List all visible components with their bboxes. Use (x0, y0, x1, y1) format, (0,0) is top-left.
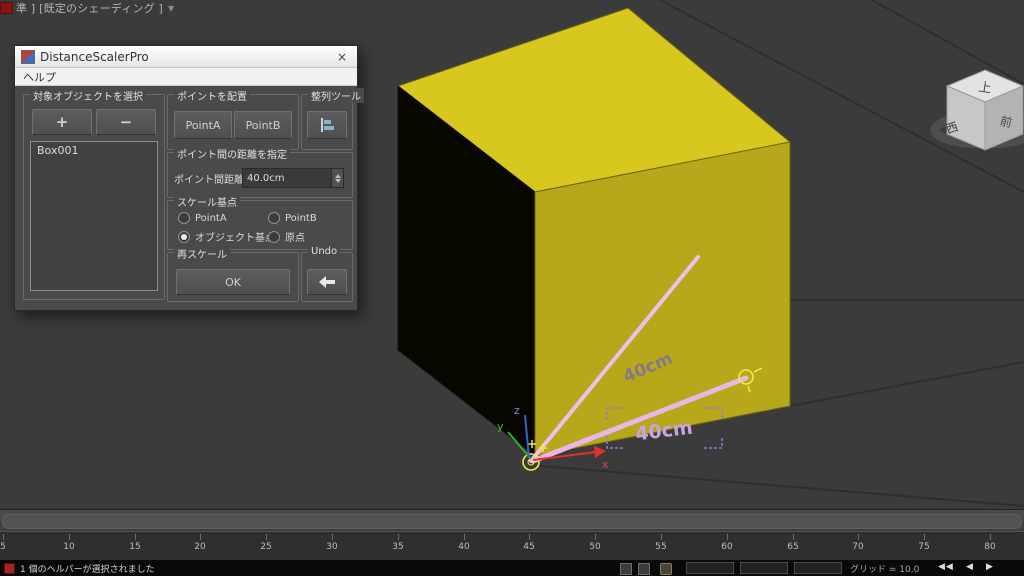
ruler-tick: 15 (120, 534, 150, 552)
dialog-app-icon (21, 49, 35, 64)
dialog-menubar: ヘルプ (15, 68, 357, 86)
viewport-menu-icon-partial[interactable] (0, 2, 13, 14)
group-caption: ポイントを配置 (174, 88, 250, 103)
ruler-tick: 10 (54, 534, 84, 552)
viewport-shading-label[interactable]: 準 ] [既定のシェーディング ] (16, 0, 163, 16)
dialog-titlebar[interactable]: DistanceScalerPro × (15, 46, 357, 68)
status-icon (4, 563, 15, 574)
remove-object-button[interactable]: − (96, 109, 156, 135)
distance-scaler-dialog: DistanceScalerPro × ヘルプ 対象オブジェクトを選択 + − … (14, 45, 364, 311)
viewport-header: 準 ] [既定のシェーディング ] ▼ (0, 0, 174, 16)
undo-arrow-icon (319, 276, 335, 288)
close-icon[interactable]: × (333, 50, 351, 64)
statusbar-icon[interactable] (620, 563, 632, 575)
distance-field[interactable]: 40.0cm (242, 168, 344, 188)
coord-z-field[interactable] (794, 562, 842, 574)
chevron-down-icon[interactable]: ▼ (168, 4, 174, 13)
group-place-points: ポイントを配置 PointA PointB (167, 88, 299, 150)
timeline-ruler[interactable]: 5 10 15 20 25 30 35 40 45 50 55 60 65 70… (0, 531, 1024, 560)
group-undo: Undo (301, 246, 353, 302)
ruler-tick: 50 (580, 534, 610, 552)
radio-point-a[interactable]: PointA (178, 212, 227, 224)
radio-label: オブジェクト基点 (195, 233, 275, 244)
radio-label: 原点 (285, 233, 305, 244)
axis-z-label: z (514, 404, 520, 417)
radio-object-base[interactable]: オブジェクト基点 (178, 229, 275, 244)
axis-y-label: y (497, 420, 504, 433)
time-slider-track[interactable] (0, 509, 1024, 531)
align-icon (321, 118, 334, 132)
group-caption: 整列ツール (308, 88, 364, 103)
dialog-body: 対象オブジェクトを選択 + − Box001 ポイントを配置 PointA Po… (15, 86, 364, 310)
menu-help[interactable]: ヘルプ (23, 69, 56, 85)
dialog-title: DistanceScalerPro (40, 49, 149, 64)
radio-dot[interactable] (268, 212, 280, 224)
group-caption: Undo (308, 246, 341, 257)
group-caption: スケール基点 (174, 194, 240, 209)
point-a-button[interactable]: PointA (174, 111, 232, 139)
ruler-tick: 45 (514, 534, 544, 552)
ruler-tick: 60 (712, 534, 742, 552)
group-align-tool: 整列ツール (301, 88, 364, 150)
radio-label: PointB (285, 212, 317, 224)
group-rescale: 再スケール OK (167, 246, 299, 302)
radio-label: PointA (195, 212, 227, 224)
list-item[interactable]: Box001 (31, 142, 157, 159)
group-caption: 再スケール (174, 246, 230, 261)
time-slider[interactable] (2, 514, 1022, 529)
spinner-arrows[interactable] (331, 169, 343, 187)
ruler-tick: 65 (778, 534, 808, 552)
radio-point-b[interactable]: PointB (268, 212, 317, 224)
box-object[interactable] (397, 7, 791, 457)
ruler-tick: 55 (646, 534, 676, 552)
radio-dot[interactable] (268, 230, 280, 243)
ruler-tick: 35 (383, 534, 413, 552)
go-to-start-button[interactable]: ◀◀ (938, 562, 954, 572)
ruler-tick: 20 (185, 534, 215, 552)
max-viewport-window: 40cm 40cm x y z 上 西 前 準] [既定のシェーディング] … (0, 0, 1024, 576)
ruler-tick: 30 (317, 534, 347, 552)
play-button[interactable]: ▶ (986, 562, 994, 572)
status-message: 1 個のヘルパーが選択されました (20, 565, 155, 575)
undo-button[interactable] (307, 269, 347, 295)
group-caption: 対象オブジェクトを選択 (30, 88, 146, 103)
align-tool-button[interactable] (307, 111, 347, 139)
radio-dot[interactable] (178, 212, 190, 224)
selection-lock-icon[interactable] (660, 563, 672, 575)
status-bar: 1 個のヘルパーが選択されました グリッド = 10.0 ◀◀ ◀ ▶ (0, 560, 1024, 576)
ok-button[interactable]: OK (176, 269, 290, 295)
group-select-object: 対象オブジェクトを選択 + − Box001 (23, 88, 165, 300)
point-b-button[interactable]: PointB (234, 111, 292, 139)
distance-field-label: ポイント間距離 (174, 175, 244, 186)
viewcube[interactable]: 上 西 前 (944, 69, 1024, 151)
viewcube-top-label: 上 (977, 80, 992, 97)
radio-origin[interactable]: 原点 (268, 229, 305, 244)
group-distance: ポイント間の距離を指定 ポイント間距離 40.0cm (167, 146, 353, 198)
object-list[interactable]: Box001 (30, 141, 158, 291)
ruler-tick: 70 (843, 534, 873, 552)
ruler-tick: 75 (909, 534, 939, 552)
add-object-button[interactable]: + (32, 109, 92, 135)
ruler-tick: 25 (251, 534, 281, 552)
group-scale-base: スケール基点 PointA PointB オブジェクト基点 原点 (167, 194, 353, 250)
previous-frame-button[interactable]: ◀ (966, 562, 974, 572)
grid-size-label: グリッド = 10.0 (850, 565, 920, 575)
statusbar-icon[interactable] (638, 563, 650, 575)
group-caption: ポイント間の距離を指定 (174, 146, 290, 161)
radio-dot[interactable] (178, 230, 190, 243)
coord-y-field[interactable] (740, 562, 788, 574)
coord-x-field[interactable] (686, 562, 734, 574)
distance-value[interactable]: 40.0cm (243, 169, 331, 187)
axis-x-label: x (602, 458, 609, 471)
ruler-tick: 5 (0, 534, 18, 552)
ruler-tick: 80 (975, 534, 1005, 552)
ruler-tick: 40 (449, 534, 479, 552)
